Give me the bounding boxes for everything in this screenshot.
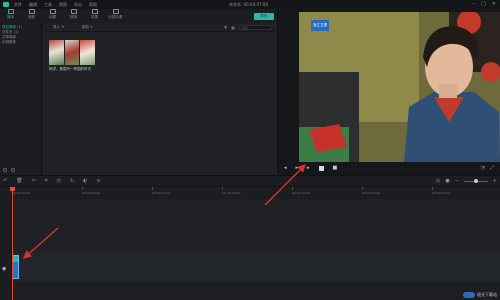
fullscreen-icon[interactable]: ⤢: [490, 165, 494, 171]
effects-icon: [91, 9, 98, 14]
audio-track-lane[interactable]: [12, 283, 500, 300]
delete-icon[interactable]: 🗑: [16, 178, 22, 184]
close-icon[interactable]: ✕: [492, 1, 496, 7]
menu-file[interactable]: 文件: [14, 2, 22, 8]
preview-view-icons: ◔ ⤢: [481, 165, 494, 171]
menu-tools[interactable]: 工具: [44, 2, 52, 8]
timeline-ruler[interactable]: 00:00:00:00 00:00:05:00 00:00:10:00 00:0…: [12, 187, 500, 199]
import-dropdown[interactable]: 导入: [53, 25, 64, 30]
maximize-icon[interactable]: □: [481, 1, 486, 7]
zoom-out-icon[interactable]: −: [455, 178, 459, 184]
thumb-frame: [80, 40, 96, 65]
playhead-line[interactable]: [12, 187, 13, 300]
transition-icon: [70, 9, 77, 14]
thumb-frame: [64, 40, 80, 65]
media-filter-icons: ⧩ ▦: [224, 25, 235, 30]
timeline-tracks: [12, 199, 500, 300]
split-screen-icon: [112, 9, 119, 14]
menu-help[interactable]: 帮助: [89, 2, 97, 8]
track-headers: [0, 187, 12, 300]
music-note-icon: [28, 9, 35, 14]
tool-audio-label: 音频: [28, 15, 35, 19]
zoom-slider[interactable]: [463, 178, 488, 183]
ruler-tick: 00:00:00:00: [12, 187, 31, 195]
menu-bar: 文件 编辑 工具 视图 导出 帮助 未命名: 00:00:07:00 – □ ✕: [0, 0, 500, 9]
rotate-icon[interactable]: ↻: [70, 178, 74, 184]
ruler-tick: 00:00:10:00: [152, 187, 171, 195]
playback-controls: ◂ ▸ ▸ ■: [278, 163, 500, 173]
thumb-frame: [49, 40, 64, 65]
cut-icon[interactable]: ✂: [32, 178, 36, 184]
ruler-tick: 00:00:15:00: [222, 187, 241, 195]
media-icon: [7, 9, 14, 14]
ruler-tick: 00:00:25:00: [362, 187, 381, 195]
window-controls: – □ ✕: [473, 1, 496, 7]
tool-effects-label: 效果: [91, 15, 98, 19]
video-track-lane[interactable]: [12, 253, 500, 281]
new-folder-icon[interactable]: [3, 168, 7, 172]
audio-settings-icon[interactable]: ≋: [97, 178, 101, 184]
media-library-sidebar: 项目媒体 (1) 文件夹 (1) 共享媒体 示例媒体: [0, 23, 42, 175]
export-button[interactable]: 导出: [254, 13, 274, 20]
tool-title-label: 标题: [49, 15, 56, 19]
tool-elements[interactable]: 分屏元素: [108, 9, 123, 20]
speed-icon[interactable]: ◷: [57, 178, 61, 184]
tool-media-label: 媒体: [7, 15, 14, 19]
media-clip-thumbnail[interactable]: [49, 40, 96, 65]
preview-panel: 浙江卫视 ◂ ▸ ▸ ■ ◔ ⤢: [277, 9, 500, 175]
video-editor-window: 文件 编辑 工具 视图 导出 帮助 未命名: 00:00:07:00 – □ ✕…: [0, 0, 500, 300]
tool-transition[interactable]: 转场: [66, 9, 81, 20]
crop-icon[interactable]: ⌗: [45, 178, 48, 184]
volume-icon[interactable]: ◔: [481, 165, 485, 171]
watermark-text: 极光下载站: [477, 292, 497, 297]
sidebar-actions: [3, 168, 15, 172]
filter-icon[interactable]: ⧩: [224, 25, 228, 30]
main-toolbar: 媒体 音频 标题 转场 效果 分屏元素: [0, 9, 277, 23]
prev-frame-icon[interactable]: ◂: [284, 165, 287, 171]
watermark-logo-icon: [463, 292, 475, 298]
menu-export[interactable]: 导出: [74, 2, 82, 8]
minimize-icon[interactable]: –: [473, 1, 476, 7]
media-panel: 导入 录制 ⧩ ▦ 搜索 杨洋、焦国丹一李园的时光: [43, 23, 277, 175]
timeline-toolbar: ↶ 🗑 ✂ ⌗ ◷ ↻ ◐ ≋: [0, 175, 500, 187]
record-mic-icon[interactable]: ●: [445, 178, 449, 184]
media-search-input[interactable]: 搜索: [239, 25, 271, 30]
text-icon: [49, 9, 56, 14]
track-visibility-icon[interactable]: ◉: [2, 266, 6, 272]
render-icon[interactable]: ◎: [436, 178, 440, 184]
snapshot-icon[interactable]: ■: [333, 165, 338, 171]
media-clip-name: 杨洋、焦国丹一李园的时光: [49, 67, 91, 71]
tool-elements-label: 分屏元素: [108, 15, 123, 19]
color-icon[interactable]: ◐: [83, 178, 87, 184]
stop-icon[interactable]: [318, 165, 324, 171]
sidebar-item-sample[interactable]: 示例媒体: [2, 40, 39, 45]
video-frame: [299, 12, 500, 162]
record-dropdown[interactable]: 录制: [82, 25, 93, 30]
watermark: 极光下载站: [463, 292, 497, 298]
undo-icon[interactable]: ↶: [3, 178, 7, 184]
menu-view[interactable]: 视图: [59, 2, 67, 8]
tool-effects[interactable]: 效果: [87, 9, 102, 20]
app-logo-icon: [3, 2, 9, 7]
ruler-tick: 00:00:30:00: [432, 187, 451, 195]
project-title-time: 未命名: 00:00:07:00: [228, 2, 268, 7]
grid-view-icon[interactable]: ▦: [231, 25, 235, 30]
preview-video: 浙江卫视: [299, 12, 500, 162]
timeline-video-clip[interactable]: [12, 255, 19, 279]
tool-audio[interactable]: 音频: [24, 9, 39, 20]
next-frame-icon[interactable]: ▸: [307, 165, 310, 171]
zoom-in-icon[interactable]: +: [493, 178, 497, 184]
ruler-tick: 00:00:20:00: [292, 187, 311, 195]
menu-edit[interactable]: 编辑: [29, 2, 37, 8]
channel-logo: 浙江卫视: [311, 20, 329, 31]
tool-transition-label: 转场: [70, 15, 77, 19]
ruler-tick: 00:00:05:00: [82, 187, 101, 195]
folder-icon[interactable]: [11, 168, 15, 172]
tool-media[interactable]: 媒体: [3, 9, 18, 20]
tool-title[interactable]: 标题: [45, 9, 60, 20]
clip-thumbnail-strip: [13, 256, 18, 262]
play-icon[interactable]: ▸: [296, 165, 299, 171]
timeline-zoom-controls: ◎ ● − +: [436, 178, 497, 184]
